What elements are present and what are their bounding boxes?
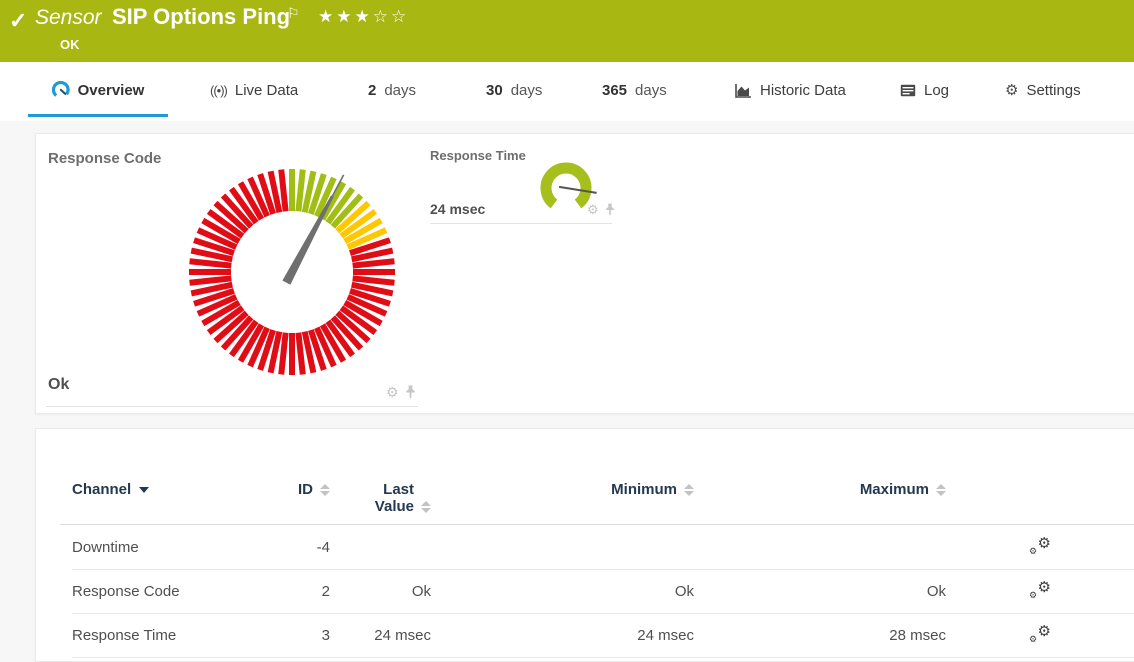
active-tab-indicator — [28, 114, 168, 117]
tab-settings-label: Settings — [1026, 82, 1080, 99]
response-time-gauge-value: 24 msec — [430, 201, 485, 217]
sensor-title: SIP Options Ping — [112, 4, 290, 30]
channel-maximum: 28 msec — [694, 627, 946, 644]
channel-last-value: 24 msec — [330, 627, 431, 644]
response-code-gauge-value: Ok — [48, 376, 69, 394]
channel-last-value: Ok — [330, 583, 431, 600]
response-time-gauge-title: Response Time — [430, 148, 526, 163]
tab-live-data-label: Live Data — [235, 82, 298, 99]
tab-2-days[interactable]: 2 days — [368, 62, 416, 118]
response-code-gauge-title: Response Code — [48, 150, 161, 167]
channel-id: -4 — [232, 539, 330, 556]
column-header-last-value[interactable]: Last Value — [330, 481, 431, 515]
channel-name: Downtime — [72, 539, 232, 556]
pin-icon[interactable] — [605, 203, 615, 216]
area-chart-icon — [735, 83, 752, 98]
tab-30-days-unit: days — [511, 82, 543, 99]
sort-arrows-icon[interactable] — [684, 484, 694, 496]
gear-icon: ⚙ — [1005, 83, 1018, 98]
column-header-id[interactable]: ID — [232, 481, 330, 498]
chevron-down-icon — [139, 487, 149, 493]
divider — [60, 524, 1134, 525]
sensor-status-badge: OK — [60, 37, 80, 52]
tab-settings[interactable]: ⚙ Settings — [1005, 62, 1081, 118]
gauge-settings-gear-icon[interactable]: ⚙ — [587, 203, 599, 216]
response-time-gauge-actions: ⚙ — [587, 203, 615, 216]
channel-maximum: Ok — [694, 583, 946, 600]
sort-arrows-icon[interactable] — [320, 484, 330, 496]
divider — [46, 406, 418, 407]
channel-name: Response Code — [72, 583, 232, 600]
tab-2-days-number: 2 — [368, 82, 376, 99]
channel-settings-gears-icon[interactable]: ⚙⚙ — [1029, 580, 1051, 600]
table-row-response-time: Response Time 3 24 msec 24 msec 28 msec … — [72, 614, 1134, 658]
tab-historic-data[interactable]: Historic Data — [735, 62, 846, 118]
tab-30-days-number: 30 — [486, 82, 503, 99]
broadcast-icon: ((•)) — [210, 83, 227, 98]
tab-overview[interactable]: Overview — [28, 62, 168, 118]
channels-table-panel: Channel ID Last Value Minimum Maximum — [35, 428, 1134, 662]
log-list-icon — [900, 84, 916, 97]
channel-id: 2 — [232, 583, 330, 600]
table-row-downtime: Downtime -4 ⚙⚙ — [72, 526, 1134, 570]
tab-log-label: Log — [924, 82, 949, 99]
sensor-header: ✓ Sensor SIP Options Ping ⚐ ★★★☆☆ OK — [0, 0, 1134, 62]
priority-flag-icon[interactable]: ⚐ — [287, 5, 300, 22]
table-row-response-code: Response Code 2 Ok Ok Ok ⚙⚙ — [72, 570, 1134, 614]
tab-live-data[interactable]: ((•)) Live Data — [210, 62, 298, 118]
pin-icon[interactable] — [405, 385, 416, 399]
column-header-minimum[interactable]: Minimum — [431, 481, 694, 498]
table-header-row: Channel ID Last Value Minimum Maximum — [72, 481, 1125, 526]
tab-log[interactable]: Log — [900, 62, 949, 118]
response-code-gauge-actions: ⚙ — [386, 385, 416, 399]
tab-365-days-unit: days — [635, 82, 667, 99]
overview-gauges-panel: Response Code Ok ⚙ Response Time 24 msec… — [35, 133, 1134, 414]
sort-arrows-icon[interactable] — [421, 501, 431, 513]
channel-settings-gears-icon[interactable]: ⚙⚙ — [1029, 536, 1051, 556]
response-code-gauge — [180, 160, 404, 384]
gauge-icon — [52, 81, 70, 99]
tab-2-days-unit: days — [384, 82, 416, 99]
divider — [430, 223, 612, 224]
tab-30-days[interactable]: 30 days — [486, 62, 542, 118]
tab-365-days[interactable]: 365 days — [602, 62, 667, 118]
tab-bar: Overview ((•)) Live Data 2 days 30 days … — [0, 62, 1134, 121]
tab-historic-data-label: Historic Data — [760, 82, 846, 99]
table-body: Downtime -4 ⚙⚙ Response Code 2 Ok Ok Ok … — [36, 526, 1134, 658]
channel-name: Response Time — [72, 627, 232, 644]
channel-minimum: 24 msec — [431, 627, 694, 644]
channel-minimum: Ok — [431, 583, 694, 600]
channel-id: 3 — [232, 627, 330, 644]
status-check-icon: ✓ — [9, 8, 27, 34]
priority-stars[interactable]: ★★★☆☆ — [318, 7, 409, 27]
column-header-maximum[interactable]: Maximum — [694, 481, 946, 498]
object-kind-label: Sensor — [35, 6, 102, 30]
gauge-settings-gear-icon[interactable]: ⚙ — [386, 385, 399, 399]
sort-arrows-icon[interactable] — [936, 484, 946, 496]
channel-settings-gears-icon[interactable]: ⚙⚙ — [1029, 624, 1051, 644]
tab-365-days-number: 365 — [602, 82, 627, 99]
column-header-channel[interactable]: Channel — [72, 481, 232, 498]
tab-overview-label: Overview — [78, 82, 145, 99]
